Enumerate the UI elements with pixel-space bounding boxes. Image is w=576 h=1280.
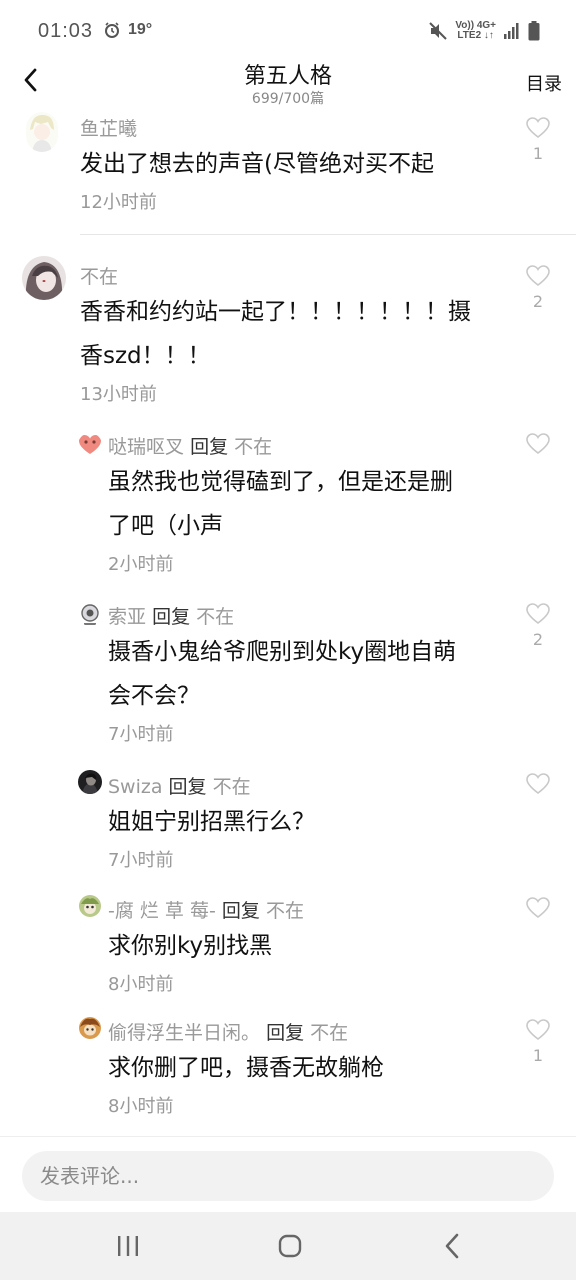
catalog-button[interactable]: 目录 [526, 70, 562, 96]
comment-author[interactable]: -腐 烂 草 莓- [108, 900, 216, 922]
network-indicator: Vo)) 4G+ LTE2 ↓↑ [455, 21, 496, 41]
comment-text-line: 香香和约约站一起了！！！！！！！摄 [80, 299, 471, 325]
like-button[interactable] [524, 432, 552, 460]
heart-icon [526, 117, 550, 139]
like-button[interactable]: 1 [524, 116, 552, 163]
reply-header: Swiza 回复 不在 [108, 772, 251, 799]
alarm-icon [105, 22, 119, 38]
comment-text: 发出了想去的声音(尽管绝对买不起 [80, 151, 434, 177]
comment-text: 摄香小鬼给爷爬别到处ky圈地自萌 会不会？ [108, 630, 518, 718]
reply-target[interactable]: 不在 [234, 436, 272, 458]
comment-text-line: 虽然我也觉得磕到了，但是还是删 [108, 469, 453, 495]
comment-time: 7小时前 [108, 724, 174, 745]
comment-bar [0, 1136, 576, 1212]
reply-header: 哒瑞呕叉 回复 不在 [108, 432, 272, 459]
heart-icon [526, 265, 550, 287]
like-button[interactable] [524, 896, 552, 924]
comment-time: 7小时前 [108, 850, 174, 871]
heart-icon [526, 433, 550, 455]
recent-apps-icon [118, 1236, 138, 1256]
like-button[interactable]: 2 [524, 602, 552, 649]
heart-icon [526, 603, 550, 625]
reply-label: 回复 [221, 900, 260, 922]
signal-icon [504, 23, 519, 39]
reply-header: -腐 烂 草 莓- 回复 不在 [108, 896, 304, 923]
reply-target[interactable]: 不在 [310, 1022, 348, 1044]
comment-text: 求你删了吧，摄香无故躺枪 [108, 1055, 384, 1081]
like-count: 1 [532, 1046, 544, 1065]
avatar[interactable] [26, 112, 58, 152]
home-button[interactable] [270, 1230, 310, 1262]
like-count: 2 [532, 292, 544, 311]
status-temperature: 19° [128, 21, 153, 38]
reply-header: 偷得浮生半日闲。 回复 不在 [108, 1018, 348, 1045]
reply-target[interactable]: 不在 [196, 606, 234, 628]
top-bar: 第五人格 699/700篇 目录 [0, 52, 576, 108]
avatar[interactable] [78, 894, 102, 918]
comment-text: 姐姐宁别招黑行么？ [108, 809, 315, 835]
comment-text: 香香和约约站一起了！！！！！！！摄 香szd！！！ [80, 290, 520, 378]
status-time: 01:03 [38, 20, 94, 42]
reply-label: 回复 [168, 776, 207, 798]
like-button[interactable]: 1 [524, 1018, 552, 1065]
reply-header: 索亚 回复 不在 [108, 602, 234, 629]
avatar[interactable] [78, 602, 102, 626]
home-icon [278, 1234, 302, 1258]
comment-author[interactable]: 偷得浮生半日闲。 [108, 1022, 260, 1044]
reply-label: 回复 [266, 1022, 305, 1044]
system-nav-bar [0, 1212, 576, 1280]
chapter-count: 699/700篇 [251, 91, 325, 107]
comment-author[interactable]: Swiza [108, 776, 163, 798]
nav-back-button[interactable] [432, 1230, 472, 1262]
comment-text-line: 香szd！！！ [80, 343, 211, 369]
comment-text-line: 会不会？ [108, 683, 200, 709]
comment-time: 8小时前 [108, 974, 174, 995]
avatar[interactable] [78, 1016, 102, 1040]
comment-text-line: 摄香小鬼给爷爬别到处ky圈地自萌 [108, 639, 457, 665]
recent-apps-button[interactable] [108, 1230, 148, 1262]
mute-icon [429, 22, 448, 40]
comment-time: 12小时前 [80, 192, 157, 213]
comment-author[interactable]: 鱼芷曦 [80, 114, 137, 141]
heart-icon [526, 897, 550, 919]
like-count: 1 [532, 144, 544, 163]
avatar[interactable] [78, 770, 102, 794]
comment-text: 求你别ky别找黑 [108, 933, 273, 959]
nav-back-icon [445, 1233, 459, 1259]
like-count: 2 [532, 630, 544, 649]
page-title: 第五人格 [243, 64, 332, 89]
reply-target[interactable]: 不在 [266, 900, 304, 922]
reply-target[interactable]: 不在 [213, 776, 251, 798]
comment-input[interactable] [22, 1151, 554, 1201]
comment-time: 2小时前 [108, 554, 174, 575]
comment-author[interactable]: 索亚 [108, 606, 146, 628]
reply-label: 回复 [152, 606, 191, 628]
heart-icon [526, 773, 550, 795]
comment-time: 8小时前 [108, 1096, 174, 1117]
comment-time: 13小时前 [80, 384, 157, 405]
like-button[interactable]: 2 [524, 264, 552, 311]
comment-author[interactable]: 哒瑞呕叉 [108, 436, 184, 458]
reply-label: 回复 [190, 436, 229, 458]
avatar[interactable] [22, 256, 66, 300]
like-button[interactable] [524, 772, 552, 800]
network-bottom: LTE2 ↓↑ [457, 30, 494, 41]
comment-text: 虽然我也觉得磕到了，但是还是删 了吧（小声 [108, 460, 518, 548]
comment-author[interactable]: 不在 [80, 262, 118, 289]
heart-icon [526, 1019, 550, 1041]
divider [80, 234, 576, 235]
battery-icon [528, 21, 540, 41]
comment-text-line: 了吧（小声 [108, 513, 223, 539]
avatar[interactable] [78, 433, 102, 457]
